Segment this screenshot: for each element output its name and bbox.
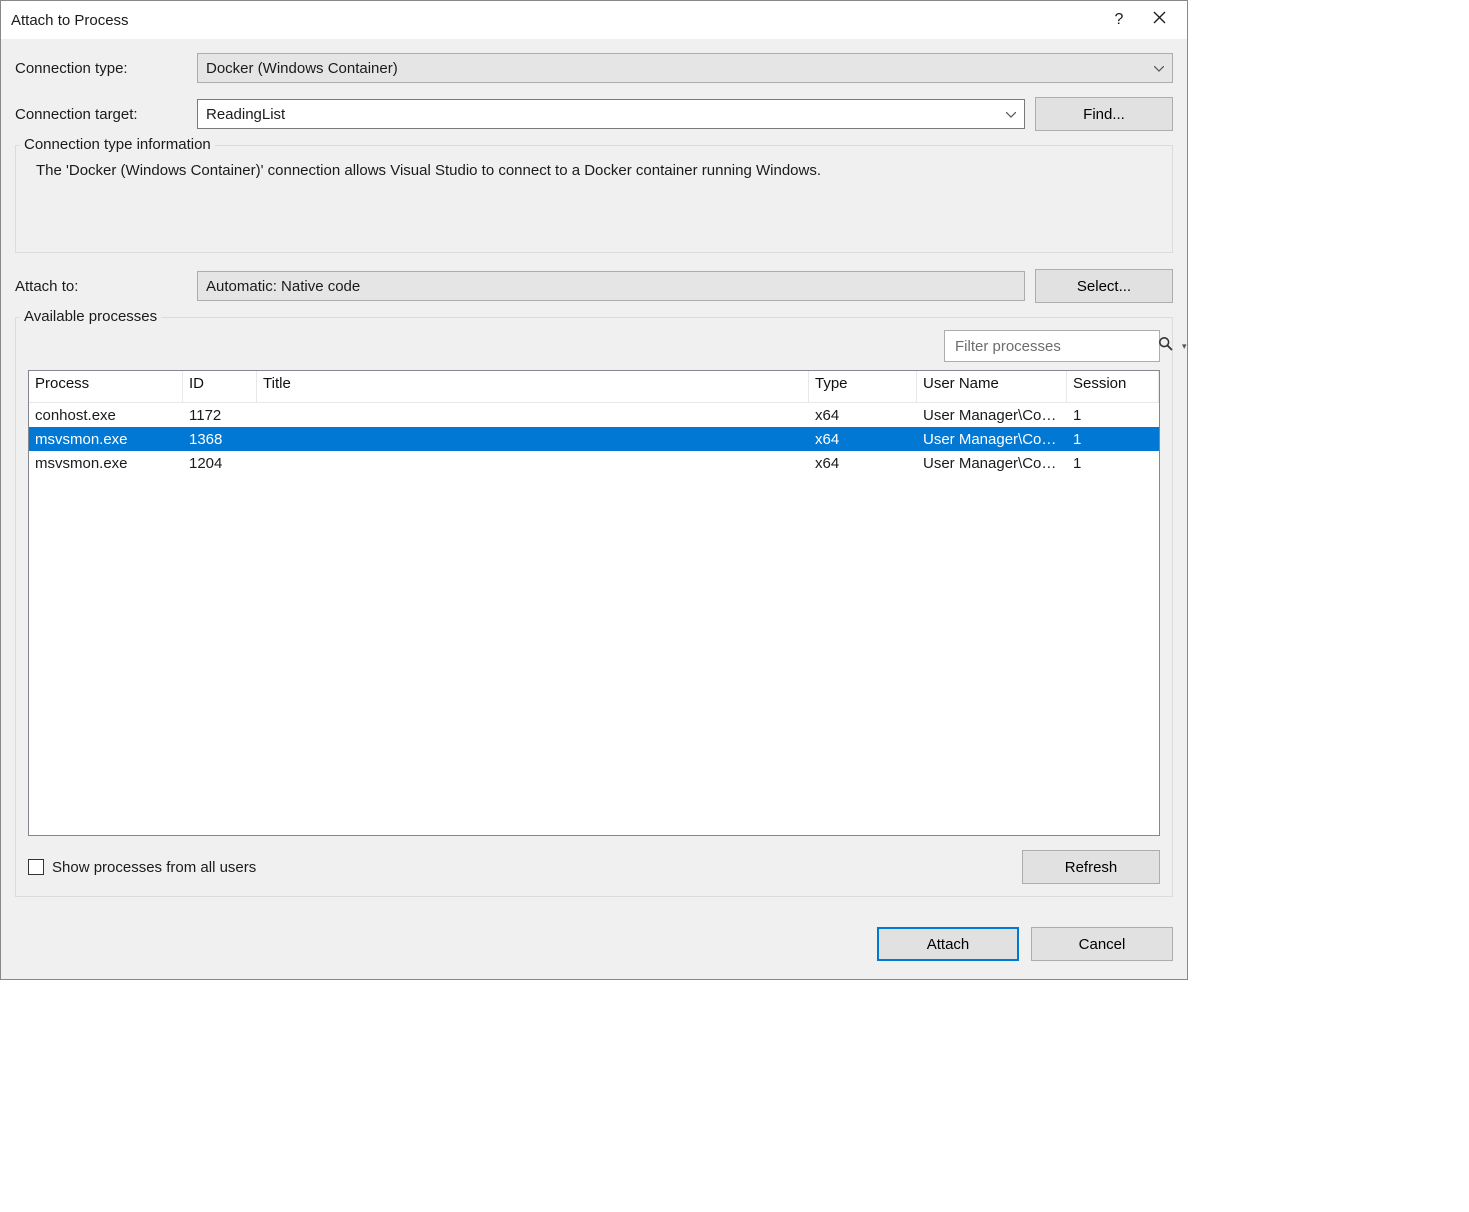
- filter-processes-box[interactable]: ▾: [944, 330, 1160, 362]
- connection-info-text: The 'Docker (Windows Container)' connect…: [30, 162, 1158, 179]
- table-cell: User Manager\Contai...: [917, 427, 1067, 452]
- table-cell: msvsmon.exe: [29, 427, 183, 452]
- table-row[interactable]: conhost.exe1172 x64User Manager\Contai...…: [29, 403, 1159, 427]
- table-cell: [257, 411, 809, 419]
- attach-to-label: Attach to:: [15, 278, 197, 295]
- connection-target-label: Connection target:: [15, 106, 197, 123]
- attach-to-value: Automatic: Native code: [206, 278, 360, 295]
- table-cell: 1172: [183, 403, 257, 428]
- processes-footer: Show processes from all users Refresh: [28, 850, 1160, 884]
- dialog-footer: Attach Cancel: [15, 913, 1173, 965]
- refresh-button[interactable]: Refresh: [1022, 850, 1160, 884]
- available-processes-group: Available processes ▾ Process ID Title T…: [15, 317, 1173, 897]
- table-cell: [257, 459, 809, 467]
- table-header: Process ID Title Type User Name Session: [29, 371, 1159, 403]
- table-cell: x64: [809, 427, 917, 452]
- table-cell: User Manager\Contai...: [917, 403, 1067, 428]
- connection-target-combo[interactable]: ReadingList: [197, 99, 1025, 129]
- col-header-id[interactable]: ID: [183, 371, 257, 402]
- table-cell: [257, 435, 809, 443]
- connection-type-row: Connection type: Docker (Windows Contain…: [15, 53, 1173, 83]
- table-cell: x64: [809, 403, 917, 428]
- filter-row: ▾: [28, 330, 1160, 362]
- attach-to-field: Automatic: Native code: [197, 271, 1025, 301]
- dialog-body: Connection type: Docker (Windows Contain…: [1, 39, 1187, 979]
- table-cell: 1: [1067, 427, 1159, 452]
- table-row[interactable]: msvsmon.exe1368 x64User Manager\Contai...…: [29, 427, 1159, 451]
- checkbox-icon: [28, 859, 44, 875]
- table-body: conhost.exe1172 x64User Manager\Contai...…: [29, 403, 1159, 835]
- table-cell: 1: [1067, 451, 1159, 476]
- table-cell: 1: [1067, 403, 1159, 428]
- table-cell: x64: [809, 451, 917, 476]
- col-header-user[interactable]: User Name: [917, 371, 1067, 402]
- connection-type-value: Docker (Windows Container): [206, 60, 398, 77]
- col-header-type[interactable]: Type: [809, 371, 917, 402]
- cancel-button[interactable]: Cancel: [1031, 927, 1173, 961]
- filter-processes-input[interactable]: [955, 338, 1154, 355]
- chevron-down-icon: [1006, 107, 1016, 121]
- table-cell: conhost.exe: [29, 403, 183, 428]
- connection-type-select[interactable]: Docker (Windows Container): [197, 53, 1173, 83]
- close-icon: [1153, 11, 1166, 29]
- table-cell: 1204: [183, 451, 257, 476]
- chevron-down-icon[interactable]: ▾: [1182, 341, 1187, 352]
- connection-type-label: Connection type:: [15, 60, 197, 77]
- attach-button[interactable]: Attach: [877, 927, 1019, 961]
- chevron-down-icon: [1154, 61, 1164, 75]
- help-button[interactable]: ?: [1099, 4, 1139, 36]
- search-icon: [1158, 336, 1176, 356]
- col-header-title[interactable]: Title: [257, 371, 809, 402]
- connection-target-value: ReadingList: [206, 106, 285, 123]
- select-button[interactable]: Select...: [1035, 269, 1173, 303]
- window-title: Attach to Process: [11, 12, 1099, 29]
- show-all-users-checkbox[interactable]: Show processes from all users: [28, 859, 256, 876]
- show-all-users-label: Show processes from all users: [52, 859, 256, 876]
- title-bar: Attach to Process ?: [1, 1, 1187, 39]
- table-row[interactable]: msvsmon.exe1204 x64User Manager\Contai...…: [29, 451, 1159, 475]
- processes-table: Process ID Title Type User Name Session …: [28, 370, 1160, 836]
- connection-info-group: Connection type information The 'Docker …: [15, 145, 1173, 253]
- connection-info-group-label: Connection type information: [20, 136, 215, 153]
- table-cell: User Manager\Contai...: [917, 451, 1067, 476]
- help-icon: ?: [1115, 11, 1124, 29]
- find-button[interactable]: Find...: [1035, 97, 1173, 131]
- attach-to-row: Attach to: Automatic: Native code Select…: [15, 269, 1173, 303]
- table-cell: msvsmon.exe: [29, 451, 183, 476]
- col-header-process[interactable]: Process: [29, 371, 183, 402]
- available-processes-label: Available processes: [20, 308, 161, 325]
- close-button[interactable]: [1139, 4, 1179, 36]
- table-cell: 1368: [183, 427, 257, 452]
- col-header-session[interactable]: Session: [1067, 371, 1159, 402]
- connection-target-row: Connection target: ReadingList Find...: [15, 97, 1173, 131]
